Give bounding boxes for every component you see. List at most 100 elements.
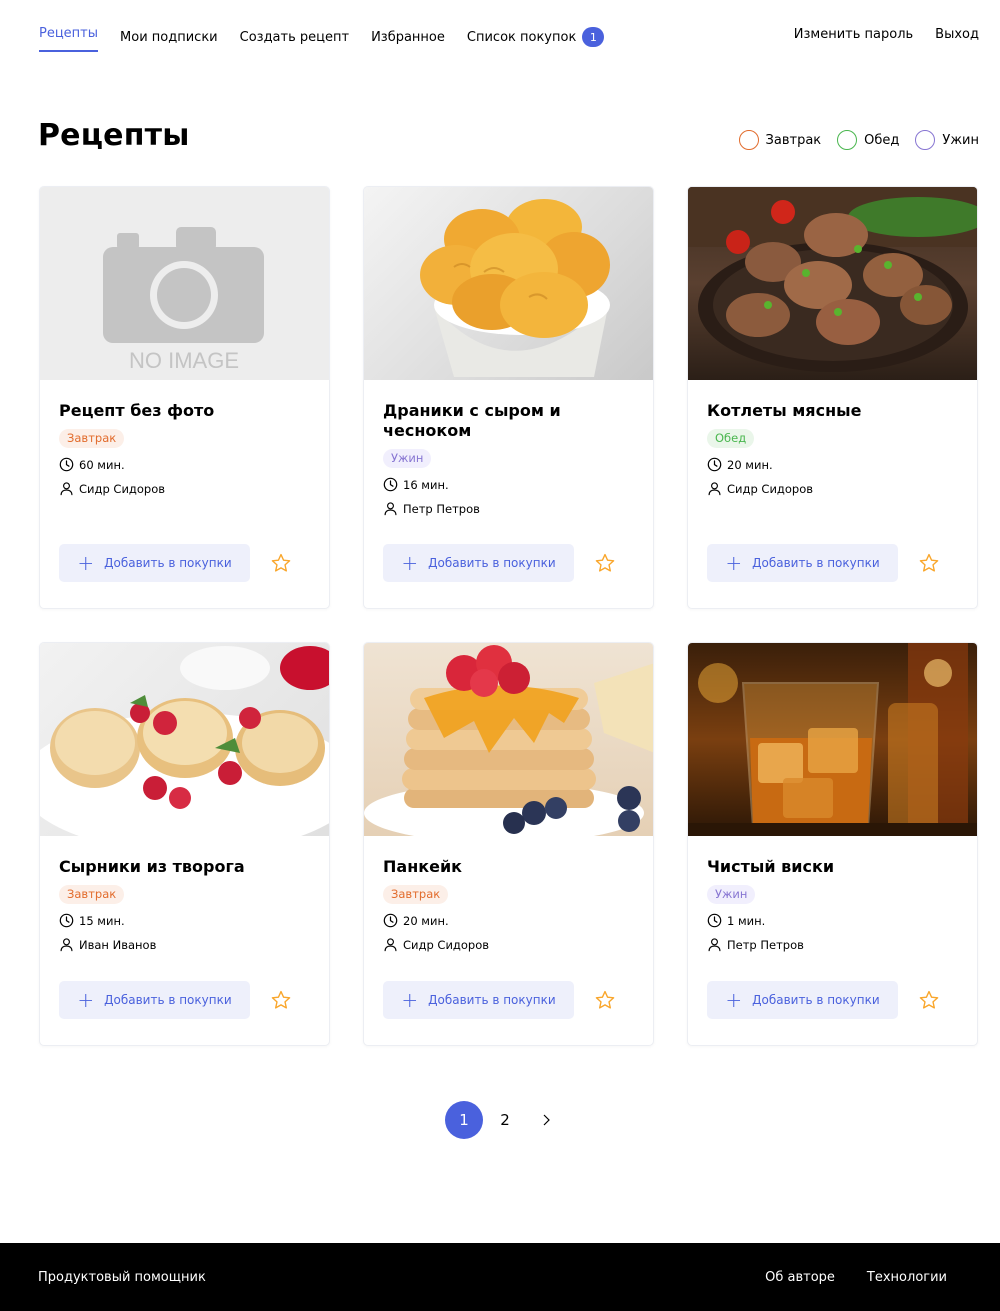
recipe-author-name[interactable]: Сидр Сидоров [403,938,489,952]
recipe-card-actions: + Добавить в покупки [59,544,292,582]
user-icon [707,937,722,952]
add-to-shopping-label: Добавить в покупки [752,556,880,570]
filter-lunch[interactable]: Обед [837,130,899,150]
footer: Продуктовый помощник Об авторе Технологи… [0,1243,1000,1311]
recipe-image-pancake-stack[interactable] [364,643,653,836]
recipe-author-name[interactable]: Петр Петров [403,502,480,516]
favorite-star-icon[interactable] [270,989,292,1011]
filter-dinner-label: Ужин [942,132,979,148]
plus-icon: + [77,551,95,575]
recipe-tag: Ужин [383,449,432,468]
recipe-card: Котлеты мясные Обед 20 мин. Сидр Сидоров… [687,186,978,609]
no-image-camera-icon: NO IMAGE [103,227,264,373]
add-to-shopping-button[interactable]: + Добавить в покупки [59,981,250,1019]
nav-create-recipe[interactable]: Создать рецепт [240,25,349,49]
footer-links: Об авторе Технологии [733,1270,947,1285]
page-2-button[interactable]: 2 [486,1101,524,1139]
favorite-star-icon[interactable] [594,989,616,1011]
favorite-star-icon[interactable] [918,552,940,574]
clock-icon [59,913,74,928]
filter-lunch-checkbox[interactable] [837,130,858,150]
recipe-time-value: 16 мин. [403,477,449,492]
recipe-card-body: Котлеты мясные Обед 20 мин. Сидр Сидоров [688,380,977,496]
clock-icon [707,913,722,928]
plus-icon: + [401,551,419,575]
recipe-card: NO IMAGE Рецепт без фото Завтрак 60 мин.… [39,186,330,609]
nav-favorites[interactable]: Избранное [371,25,445,49]
nav-shopping-list-label: Список покупок [466,29,577,45]
recipe-time: 15 мин. [59,913,310,928]
chevron-right-icon[interactable] [527,1101,565,1139]
footer-brand: Продуктовый помощник [38,1270,206,1285]
recipe-time: 20 мин. [707,457,958,472]
recipe-tag: Завтрак [59,429,125,448]
user-icon [59,481,74,496]
recipe-author-name[interactable]: Сидр Сидоров [79,482,165,496]
filter-dinner[interactable]: Ужин [915,130,979,150]
nav-recipes[interactable]: Рецепты [39,22,99,52]
recipe-title[interactable]: Чистый виски [707,857,958,877]
recipe-image-cheese-pancakes[interactable] [40,643,329,836]
recipe-title[interactable]: Рецепт без фото [59,401,310,421]
nav-shopping-list[interactable]: Список покупок 1 [466,25,605,49]
recipe-author-name[interactable]: Сидр Сидоров [727,482,813,496]
favorite-star-icon[interactable] [918,989,940,1011]
recipe-author: Петр Петров [707,937,958,952]
recipe-image-whiskey-glass[interactable] [688,643,977,836]
add-to-shopping-button[interactable]: + Добавить в покупки [383,544,574,582]
filter-dinner-checkbox[interactable] [915,130,936,150]
recipe-image-meat-cutlets[interactable] [688,187,977,380]
filter-breakfast-checkbox[interactable] [738,130,759,150]
recipe-card-actions: + Добавить в покупки [383,981,616,1019]
nav-change-password[interactable]: Изменить пароль [794,22,913,46]
recipe-card: Драники с сыром и чесноком Ужин 16 мин. … [363,186,654,609]
recipe-card-body: Сырники из творога Завтрак 15 мин. Иван … [40,836,329,952]
recipe-time: 20 мин. [383,913,634,928]
favorite-star-icon[interactable] [594,552,616,574]
recipe-title[interactable]: Панкейк [383,857,634,877]
pagination: 1 2 [445,1101,565,1139]
clock-icon [383,477,398,492]
recipe-author: Сидр Сидоров [59,481,310,496]
recipe-card: Чистый виски Ужин 1 мин. Петр Петров + Д… [687,642,978,1046]
nav-subscriptions[interactable]: Мои подписки [120,25,218,49]
add-to-shopping-button[interactable]: + Добавить в покупки [383,981,574,1019]
recipe-card-actions: + Добавить в покупки [59,981,292,1019]
recipe-author-name[interactable]: Петр Петров [727,938,804,952]
main-nav: Рецепты Мои подписки Создать рецепт Избр… [39,22,626,52]
add-to-shopping-button[interactable]: + Добавить в покупки [707,981,898,1019]
recipe-card-body: Рецепт без фото Завтрак 60 мин. Сидр Сид… [40,380,329,496]
cheese-pancakes-photo [40,646,329,836]
page-1-button[interactable]: 1 [445,1101,483,1139]
nav-logout[interactable]: Выход [935,22,979,46]
plus-icon: + [725,551,743,575]
whiskey-glass-photo [688,643,977,836]
recipe-author: Иван Иванов [59,937,310,952]
recipe-title[interactable]: Котлеты мясные [707,401,958,421]
recipe-image-potato-pancakes[interactable] [364,187,653,380]
footer-technologies[interactable]: Технологии [867,1270,947,1285]
recipe-time: 1 мин. [707,913,958,928]
filter-breakfast-label: Завтрак [765,132,822,148]
recipe-author: Сидр Сидоров [707,481,958,496]
recipe-title[interactable]: Сырники из творога [59,857,310,877]
add-to-shopping-label: Добавить в покупки [428,556,556,570]
footer-about-author[interactable]: Об авторе [765,1270,835,1285]
favorite-star-icon[interactable] [270,552,292,574]
recipe-card-body: Драники с сыром и чесноком Ужин 16 мин. … [364,380,653,516]
recipe-author-name[interactable]: Иван Иванов [79,938,156,952]
user-icon [383,501,398,516]
recipe-title[interactable]: Драники с сыром и чесноком [383,401,634,441]
clock-icon [707,457,722,472]
recipe-tag: Завтрак [59,885,125,904]
user-icon [707,481,722,496]
recipe-card-actions: + Добавить в покупки [383,544,616,582]
recipe-image-placeholder[interactable]: NO IMAGE [40,187,329,380]
recipe-card: Панкейк Завтрак 20 мин. Сидр Сидоров + Д… [363,642,654,1046]
add-to-shopping-button[interactable]: + Добавить в покупки [707,544,898,582]
filter-breakfast[interactable]: Завтрак [738,130,822,150]
add-to-shopping-button[interactable]: + Добавить в покупки [59,544,250,582]
potato-pancakes-photo [420,199,610,377]
recipe-time-value: 60 мин. [79,457,125,472]
plus-icon: + [725,988,743,1012]
